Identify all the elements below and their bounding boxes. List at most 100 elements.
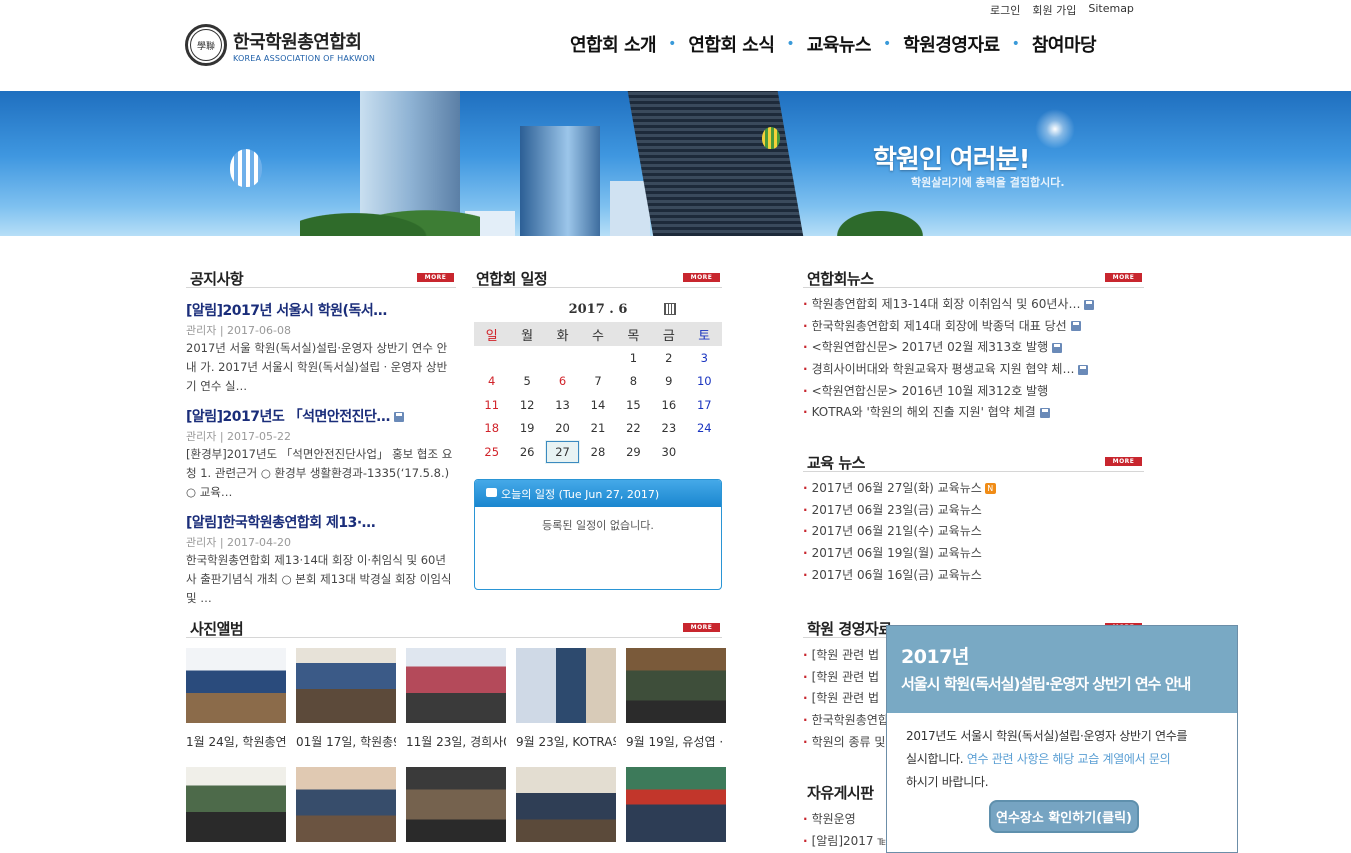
photo-thumbnail[interactable]: [186, 767, 286, 842]
more-button[interactable]: MORE: [417, 273, 454, 282]
calendar-day[interactable]: 17: [687, 393, 722, 417]
calendar-day[interactable]: 21: [580, 417, 615, 441]
photo-thumbnail[interactable]: [516, 648, 616, 723]
list-item[interactable]: KOTRA와 '학원의 해외 진출 지원' 협약 체결: [803, 402, 1144, 424]
photo-caption[interactable]: 9월 23일, KOTRA와: [516, 723, 616, 767]
more-button[interactable]: MORE: [683, 273, 720, 282]
list-item[interactable]: 한국학원총연합회 제14대 회장에 박종덕 대표 당선: [803, 316, 1144, 338]
calendar-day[interactable]: 6: [545, 370, 580, 394]
trees-image: [300, 196, 480, 236]
list-item[interactable]: [학원 관련 법: [803, 667, 893, 689]
photo-item[interactable]: 11월 23일, 경희사0: [406, 648, 506, 767]
attachment-icon: [1084, 299, 1095, 310]
notice-title[interactable]: [알림]2017년도 「석면안전진단…: [186, 406, 456, 426]
list-item[interactable]: [알림]2017년 서울시 학원(독서… 관리자 | 2017-06-08 20…: [186, 300, 456, 396]
nav-item-community[interactable]: 참여마당: [1032, 31, 1097, 57]
list-item[interactable]: 2017년 06월 19일(월) 교육뉴스: [803, 543, 1144, 565]
photo-thumbnail[interactable]: [516, 767, 616, 842]
calendar-day[interactable]: 2: [651, 346, 686, 370]
nav-separator: •: [668, 36, 677, 52]
calendar-day[interactable]: 8: [616, 370, 651, 394]
notice-list: [알림]2017년 서울시 학원(독서… 관리자 | 2017-06-08 20…: [186, 300, 456, 618]
list-item[interactable]: [알림]2017년도 「석면안전진단… 관리자 | 2017-05-22 [환경…: [186, 406, 456, 502]
list-item[interactable]: <학원연합신문> 2016년 10월 제312호 발행: [803, 381, 1144, 403]
list-item[interactable]: 2017년 06월 16일(금) 교육뉴스: [803, 565, 1144, 587]
notice-title[interactable]: [알림]한국학원총연합회 제13·…: [186, 512, 456, 532]
check-venue-button[interactable]: 연수장소 확인하기(클릭): [989, 800, 1139, 833]
calendar-day[interactable]: 1: [616, 346, 651, 370]
calendar-day[interactable]: 11: [474, 393, 509, 417]
calendar-day[interactable]: 24: [687, 417, 722, 441]
notice-popup[interactable]: 2017년 서울시 학원(독서실)설립·운영자 상반기 연수 안내 2017년도…: [886, 625, 1238, 853]
calendar-day[interactable]: 29: [616, 440, 651, 464]
list-item[interactable]: 2017년 06월 21일(수) 교육뉴스: [803, 521, 1144, 543]
photo-item[interactable]: 9월 23일, KOTRA와: [516, 648, 616, 767]
trees-image: [820, 201, 940, 236]
mgmt-list: [학원 관련 법[학원 관련 법[학원 관련 법한국학원총연합학원의 종류 및: [803, 645, 893, 753]
photo-item[interactable]: 9월 19일, 유성엽 ·: [626, 648, 726, 767]
calendar-day[interactable]: 16: [651, 393, 686, 417]
list-item[interactable]: <학원연합신문> 2017년 02월 제313호 발행: [803, 337, 1144, 359]
calendar-day[interactable]: 5: [509, 370, 544, 394]
more-button[interactable]: MORE: [1105, 273, 1142, 282]
calendar-day[interactable]: 30: [651, 440, 686, 464]
list-item[interactable]: 학원총연합회 제13-14대 회장 이취임식 및 60년사…: [803, 294, 1144, 316]
calendar-day[interactable]: 3: [687, 346, 722, 370]
list-item[interactable]: [알림]2017 ℡: [803, 831, 893, 853]
photo-thumbnail[interactable]: [406, 648, 506, 723]
site-logo[interactable]: 學聯 한국학원총연합회 KOREA ASSOCIATION OF HAKWON: [185, 24, 375, 66]
photo-item[interactable]: 1월 24일, 학원총연: [186, 648, 286, 767]
calendar-icon[interactable]: [664, 303, 676, 315]
calendar-day[interactable]: 10: [687, 370, 722, 394]
more-button[interactable]: MORE: [1105, 457, 1142, 466]
calendar-day[interactable]: 14: [580, 393, 615, 417]
calendar-day[interactable]: 25: [474, 440, 509, 464]
calendar-day[interactable]: 12: [509, 393, 544, 417]
notice-title[interactable]: [알림]2017년 서울시 학원(독서…: [186, 300, 456, 320]
calendar-day[interactable]: 27: [544, 440, 581, 464]
nav-item-about[interactable]: 연합회 소개: [570, 31, 657, 57]
calendar-day[interactable]: 19: [509, 417, 544, 441]
calendar-day[interactable]: 15: [616, 393, 651, 417]
nav-item-management[interactable]: 학원경영자료: [903, 31, 1000, 57]
building-image: [520, 126, 600, 236]
photo-caption[interactable]: 01월 17일, 학원총9: [296, 723, 396, 767]
photo-caption[interactable]: 9월 19일, 유성엽 ·: [626, 723, 726, 767]
list-item[interactable]: [학원 관련 법: [803, 688, 893, 710]
calendar-day[interactable]: 23: [651, 417, 686, 441]
notice-meta: 관리자 | 2017-05-22: [186, 430, 291, 443]
photo-caption[interactable]: 11월 23일, 경희사0: [406, 723, 506, 767]
list-item[interactable]: 2017년 06월 23일(금) 교육뉴스: [803, 500, 1144, 522]
login-link[interactable]: 로그인: [990, 2, 1020, 18]
list-item[interactable]: 학원의 종류 및: [803, 732, 893, 754]
list-item[interactable]: 한국학원총연합: [803, 710, 893, 732]
calendar-day[interactable]: 28: [580, 440, 615, 464]
join-link[interactable]: 회원 가입: [1032, 2, 1076, 18]
calendar-day[interactable]: 20: [545, 417, 580, 441]
nav-item-news[interactable]: 연합회 소식: [688, 31, 775, 57]
photo-thumbnail[interactable]: [186, 648, 286, 723]
calendar-day[interactable]: 22: [616, 417, 651, 441]
list-item[interactable]: 2017년 06월 27일(화) 교육뉴스N: [803, 478, 1144, 500]
list-item[interactable]: [알림]한국학원총연합회 제13·… 관리자 | 2017-04-20 한국학원…: [186, 512, 456, 608]
photo-thumbnail[interactable]: [296, 767, 396, 842]
calendar-day[interactable]: 7: [580, 370, 615, 394]
list-item[interactable]: 경희사이버대와 학원교육자 평생교육 지원 협약 체…: [803, 359, 1144, 381]
photo-thumbnail[interactable]: [296, 648, 396, 723]
calendar-day[interactable]: 4: [474, 370, 509, 394]
list-item[interactable]: 학원운영: [803, 809, 893, 831]
photo-item[interactable]: 01월 17일, 학원총9: [296, 648, 396, 767]
calendar-day[interactable]: 18: [474, 417, 509, 441]
photo-caption[interactable]: 1월 24일, 학원총연: [186, 723, 286, 767]
list-item[interactable]: [학원 관련 법: [803, 645, 893, 667]
nav-item-edu-news[interactable]: 교육뉴스: [807, 31, 872, 57]
sitemap-link[interactable]: Sitemap: [1088, 2, 1134, 18]
photo-thumbnail[interactable]: [406, 767, 506, 842]
calendar-day[interactable]: 13: [545, 393, 580, 417]
photo-thumbnail[interactable]: [626, 648, 726, 723]
calendar-day[interactable]: 26: [509, 440, 544, 464]
calendar-day[interactable]: 9: [651, 370, 686, 394]
section-title: 자유게시판: [807, 784, 874, 802]
more-button[interactable]: MORE: [683, 623, 720, 632]
photo-thumbnail[interactable]: [626, 767, 726, 842]
